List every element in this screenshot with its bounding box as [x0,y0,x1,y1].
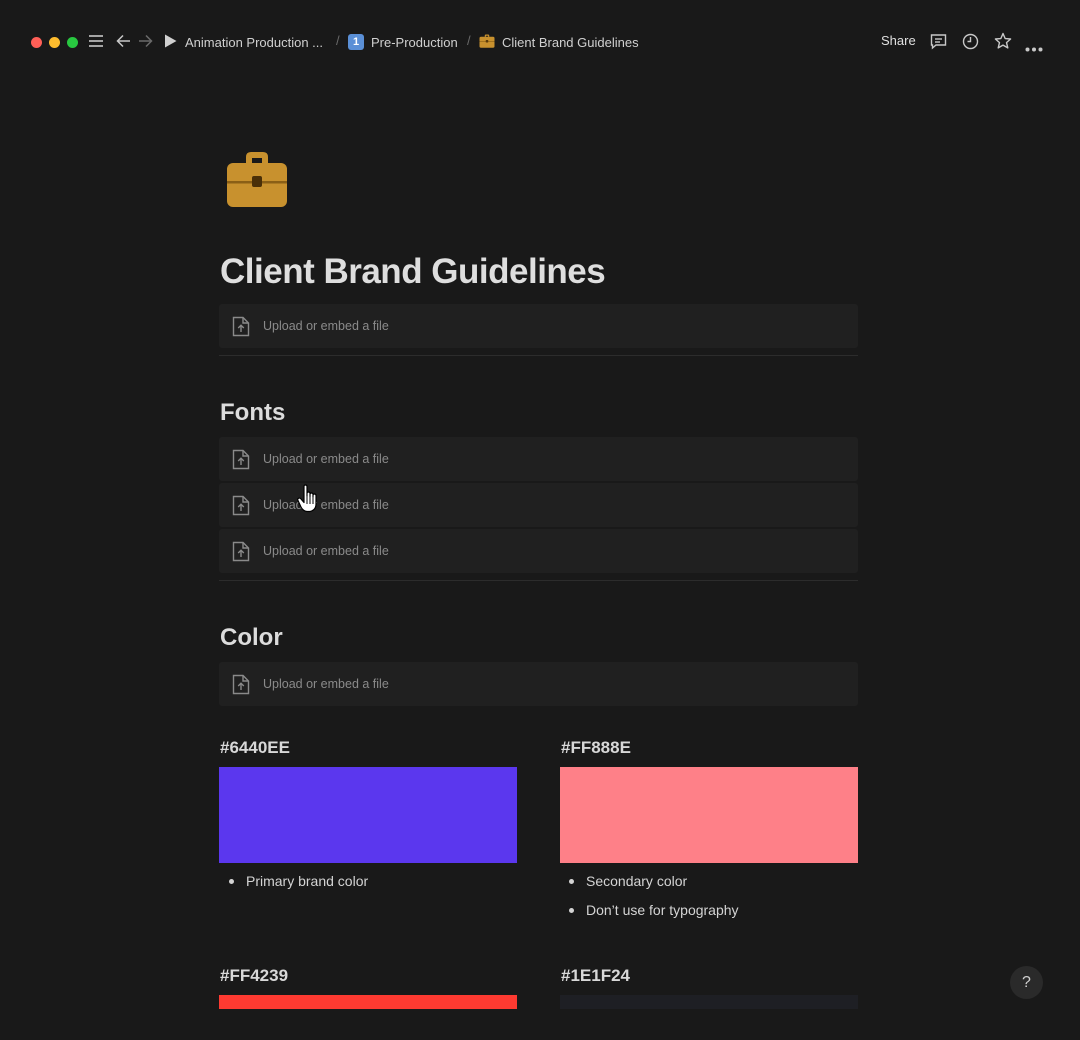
star-icon[interactable] [994,32,1012,55]
zoom-window-button[interactable] [67,37,78,48]
forward-arrow-icon[interactable] [138,34,153,53]
file-upload-icon [232,495,250,516]
breadcrumb-label: Client Brand Guidelines [502,34,639,50]
file-upload-icon [232,449,250,470]
page-briefcase-icon[interactable] [226,150,288,210]
list-item[interactable]: Don’t use for typography [569,902,739,918]
upload-label: Upload or embed a file [263,452,389,466]
bullet-dot [229,878,234,884]
breadcrumb-separator: / [467,33,471,48]
list-item[interactable]: Secondary color [569,873,687,889]
color-swatch-accent[interactable] [219,995,517,1009]
upload-embed-file-block[interactable]: Upload or embed a file [219,529,858,573]
breadcrumb-item-animation-production[interactable]: Animation Production ... [164,33,323,51]
help-button[interactable]: ? [1010,966,1043,999]
list-item-text: Don’t use for typography [586,902,739,918]
color-hex-label[interactable]: #1E1F24 [561,966,630,986]
breadcrumb-label: Pre-Production [371,34,458,50]
more-icon[interactable] [1025,39,1043,57]
breadcrumb-item-pre-production[interactable]: 1 Pre-Production [348,33,458,51]
list-item-text: Secondary color [586,873,688,889]
play-icon [164,34,178,51]
upload-label: Upload or embed a file [263,677,389,691]
divider [219,355,858,356]
divider [219,580,858,581]
list-item[interactable]: Primary brand color [229,873,368,889]
color-hex-label[interactable]: #FF4239 [220,966,288,986]
share-button[interactable]: Share [881,33,916,48]
close-window-button[interactable] [31,37,42,48]
color-hex-label[interactable]: #FF888E [561,738,631,758]
bullet-dot [569,878,574,884]
hand-cursor-icon [296,484,322,514]
top-bar: Animation Production ... / 1 Pre-Product… [0,0,1080,84]
file-upload-icon [232,541,250,562]
breadcrumb-item-client-brand-guidelines[interactable]: Client Brand Guidelines [479,33,639,51]
list-item-text: Primary brand color [246,873,369,889]
upload-embed-file-block[interactable]: Upload or embed a file [219,437,858,481]
upload-label: Upload or embed a file [263,319,389,333]
file-upload-icon [232,316,250,337]
color-swatch-secondary[interactable] [560,767,858,863]
upload-embed-file-block[interactable]: Upload or embed a file [219,304,858,348]
minimize-window-button[interactable] [49,37,60,48]
bullet-dot [569,907,574,913]
fonts-heading[interactable]: Fonts [220,399,285,427]
clock-icon[interactable] [962,33,979,55]
color-hex-label[interactable]: #6440EE [220,738,290,758]
briefcase-icon [479,34,495,51]
file-upload-icon [232,674,250,695]
page-title[interactable]: Client Brand Guidelines [220,252,606,292]
color-heading[interactable]: Color [220,624,283,652]
menu-icon[interactable] [88,34,104,53]
breadcrumb-label: Animation Production ... [185,34,324,50]
breadcrumb-separator: / [336,33,340,48]
keycap-1-icon: 1 [348,34,364,50]
comment-icon[interactable] [930,33,947,55]
back-arrow-icon[interactable] [116,34,131,53]
upload-embed-file-block[interactable]: Upload or embed a file [219,662,858,706]
color-swatch-primary[interactable] [219,767,517,863]
upload-label: Upload or embed a file [263,498,389,512]
upload-label: Upload or embed a file [263,544,389,558]
color-swatch-dark[interactable] [560,995,858,1009]
